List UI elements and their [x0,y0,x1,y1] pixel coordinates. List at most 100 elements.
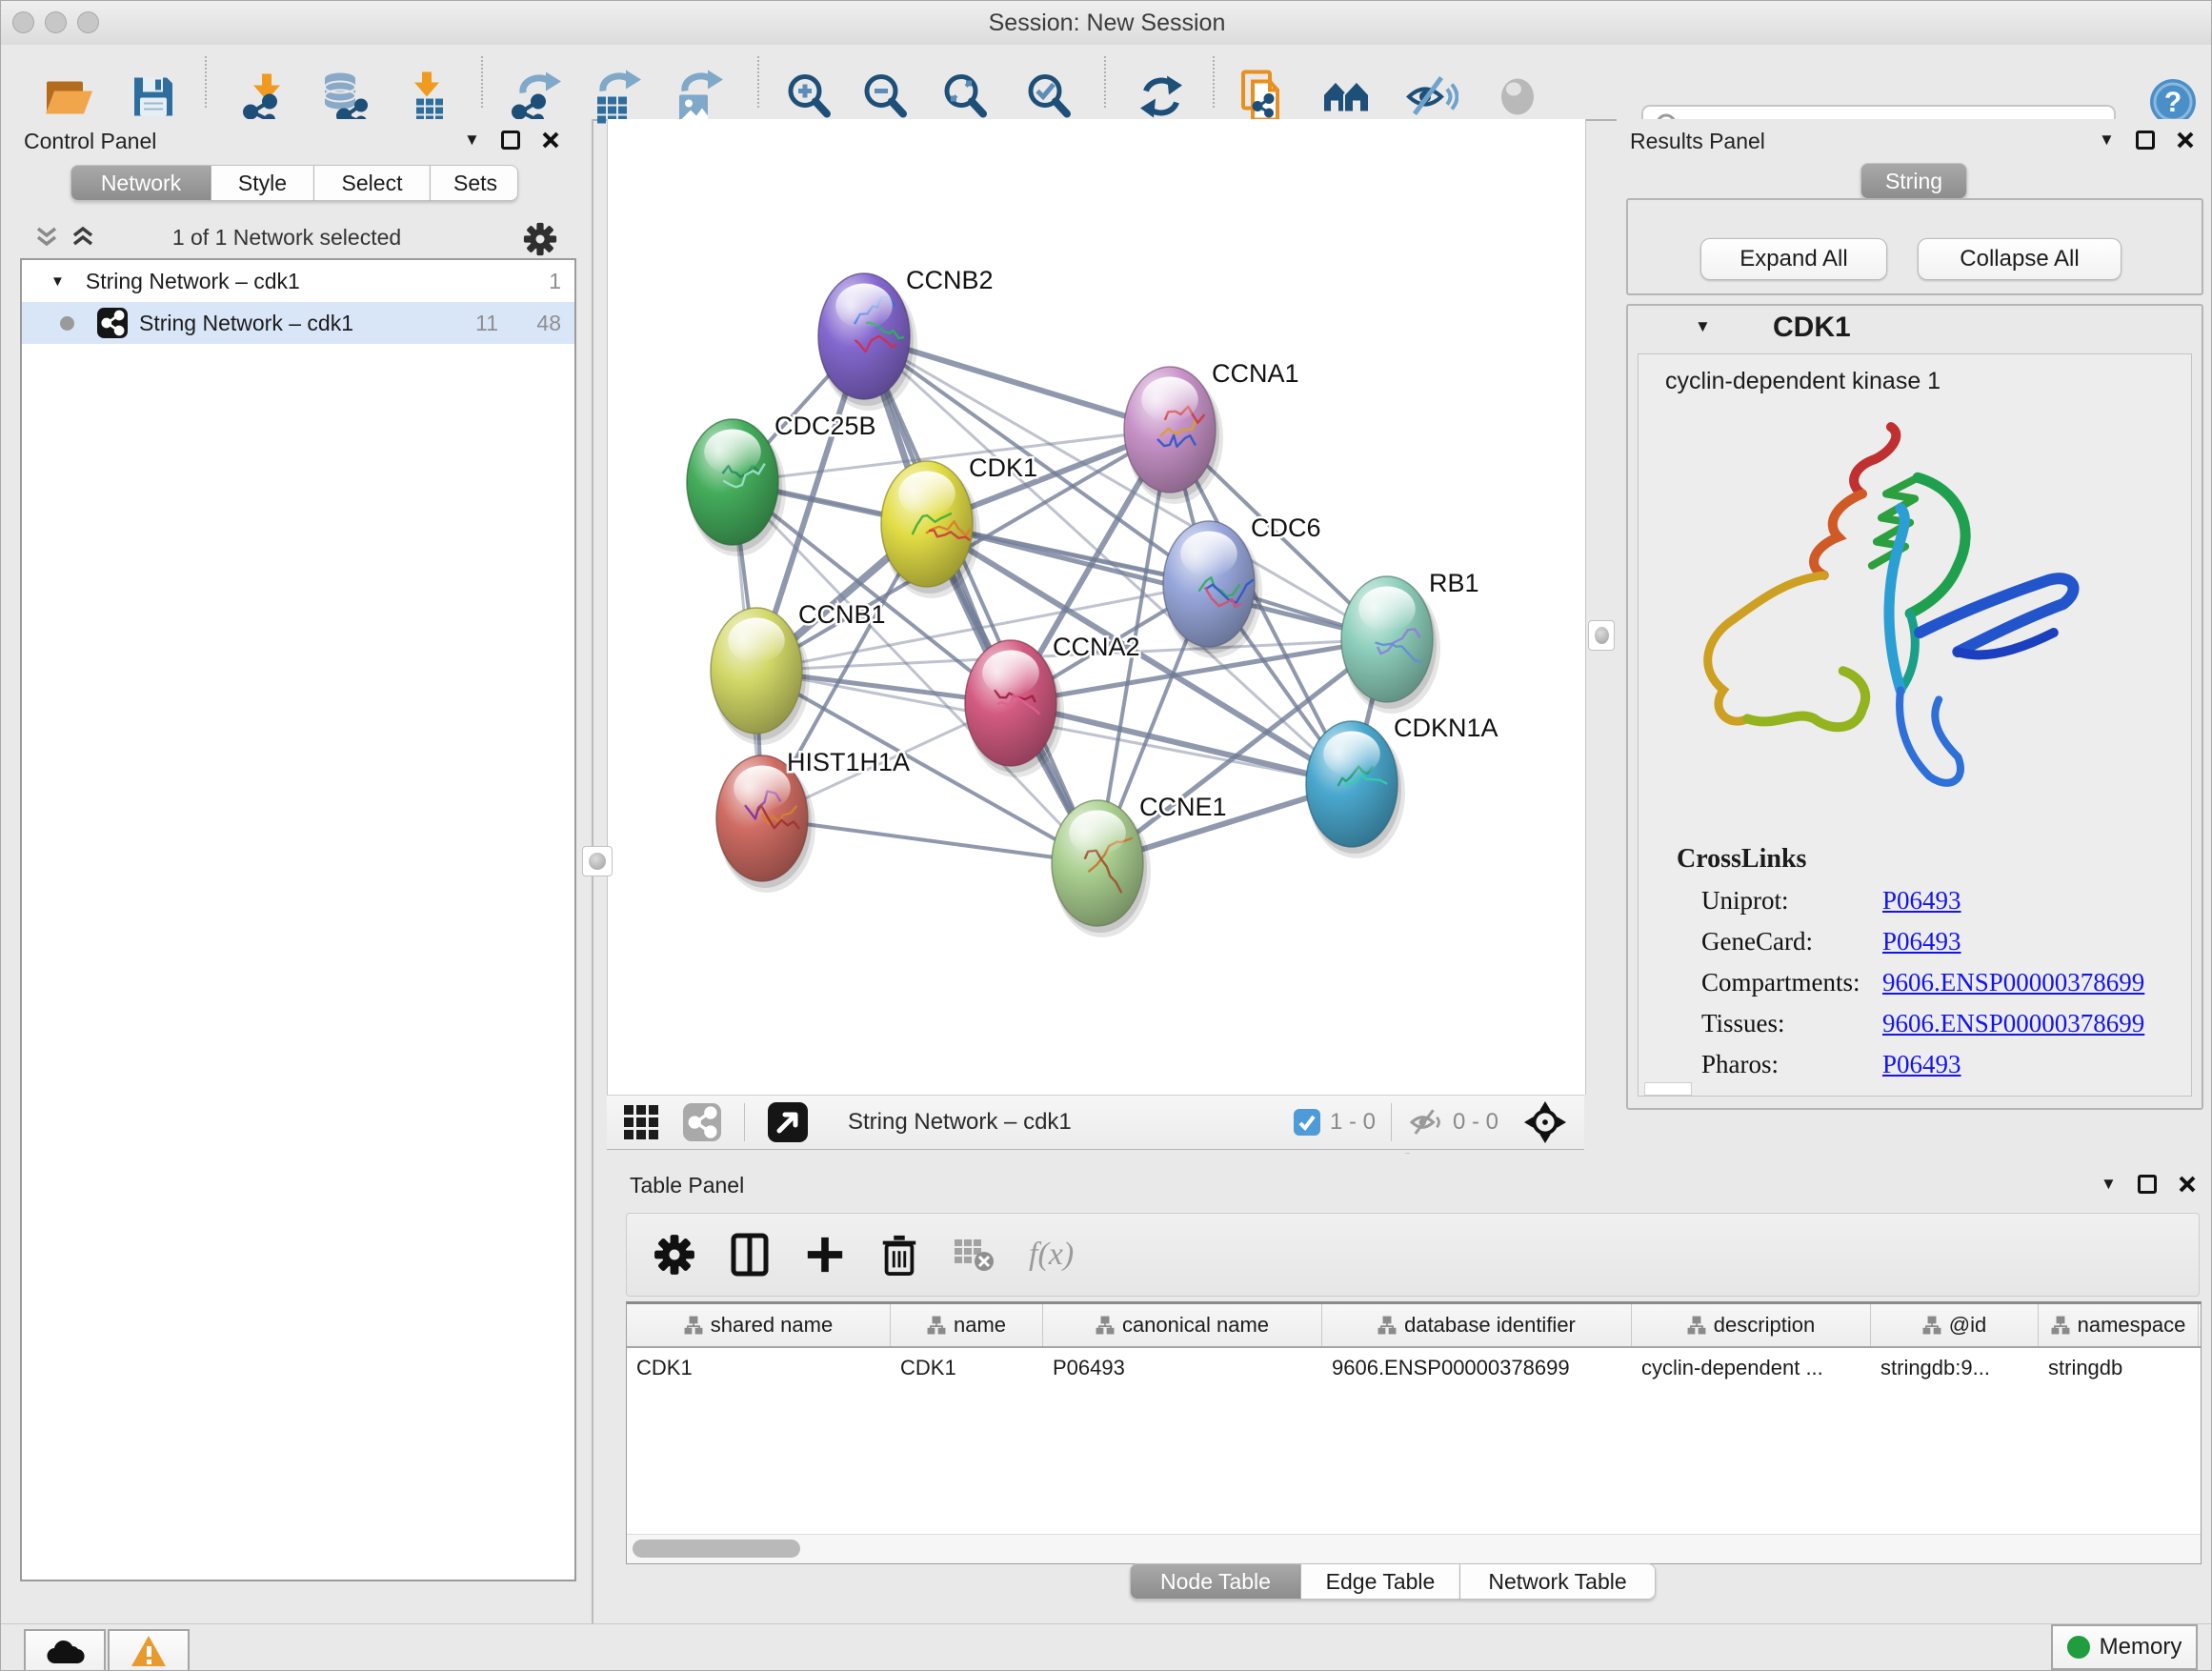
column-type-icon [927,1316,946,1335]
node-label-RB1: RB1 [1429,569,1479,597]
network-node-CDKN1A[interactable] [1306,721,1405,858]
tab-string[interactable]: String [1860,163,1967,199]
column-header-description[interactable]: description [1632,1304,1871,1346]
crosslink-link[interactable]: 9606.ENSP00000378699 [1882,1009,2144,1038]
node-label-CCNE1: CCNE1 [1139,793,1227,821]
network-collection-row[interactable]: ▼ String Network – cdk1 1 [22,260,574,302]
network-selection-status: 1 of 1 Network selected [1,225,573,251]
warnings-button[interactable] [108,1629,190,1671]
crosslinks-title: CrossLinks [1677,844,2191,875]
tab-select[interactable]: Select [314,165,431,201]
table-cell[interactable]: stringdb [2039,1348,2199,1390]
network-node-CCNA2[interactable] [965,640,1064,777]
memory-button[interactable]: Memory [2051,1624,2198,1670]
table-cell[interactable]: cyclin-dependent ... [1632,1348,1871,1390]
column-header-label: shared name [711,1313,833,1338]
network-view-canvas[interactable]: CCNB2CCNA1CDC25BCDK1CDC6RB1CCNB1CCNA2CDK… [607,119,1586,1095]
tab-network-table[interactable]: Network Table [1460,1563,1656,1600]
panel-float-icon[interactable] [501,131,520,150]
right-splitter-grip[interactable] [1588,620,1615,651]
tab-sets[interactable]: Sets [431,165,518,201]
panel-close-icon[interactable] [2178,1175,2197,1194]
network-collection-label: String Network – cdk1 [86,269,300,294]
birds-eye-view-icon[interactable] [768,1102,808,1142]
panel-float-icon[interactable] [2136,131,2155,150]
node-label-CCNB1: CCNB1 [798,600,886,629]
expand-all-button[interactable]: Expand All [1700,238,1887,280]
add-column-icon[interactable] [804,1234,846,1276]
memory-label: Memory [2100,1634,2182,1661]
crosslink-row: Tissues:9606.ENSP00000378699 [1701,1009,2191,1038]
crosslink-label: GeneCard: [1701,927,1882,956]
delete-column-icon[interactable] [878,1232,920,1278]
table-panel-title: Table Panel [630,1173,744,1198]
column-header-shared-name[interactable]: shared name [627,1304,891,1346]
fit-content-crosshair-icon[interactable] [1523,1100,1567,1144]
table-cell[interactable]: CDK1 [627,1348,891,1390]
column-header-database-identifier[interactable]: database identifier [1322,1304,1632,1346]
crosslink-row: Uniprot:P06493 [1701,886,2191,916]
network-node-CCNB1[interactable] [711,608,810,745]
column-header-canonical-name[interactable]: canonical name [1043,1304,1322,1346]
network-node-CCNE1[interactable] [1052,800,1151,937]
network-node-CDC6[interactable] [1163,521,1262,658]
string-network-graph[interactable]: CCNB2CCNA1CDC25BCDK1CDC6RB1CCNB1CCNA2CDK… [608,119,1585,1095]
table-cell[interactable]: 9606.ENSP00000378699 [1322,1348,1632,1390]
protein-structure-image [1667,403,2115,834]
function-builder-icon: f(x) [1029,1237,1074,1273]
table-row[interactable]: CDK1CDK1P064939606.ENSP00000378699cyclin… [627,1348,2201,1390]
entry-expander-icon[interactable]: ▼ [1695,317,1711,336]
results-hscrollbar[interactable] [1644,1082,1692,1096]
delete-table-icon [953,1236,996,1274]
network-options-gear-icon[interactable] [523,222,557,256]
results-panel: Results Panel ▼ String Expand All Collap… [1617,119,2212,1120]
selected-checkbox-icon[interactable] [1294,1109,1320,1136]
tab-edge-table[interactable]: Edge Table [1301,1563,1460,1600]
toolbar-separator [1104,56,1106,108]
column-header-namespace[interactable]: namespace [2039,1304,2199,1346]
warning-icon [130,1634,168,1668]
column-header--id[interactable]: @id [1871,1304,2039,1346]
table-cell[interactable]: P06493 [1043,1348,1322,1390]
table-options-gear-icon[interactable] [654,1234,695,1276]
network-node-CCNB2[interactable] [818,273,917,411]
memory-status-dot-icon [2067,1636,2090,1659]
panel-collapse-icon[interactable]: ▼ [2099,131,2115,150]
control-panel-window-controls: ▼ [464,131,560,150]
tab-network[interactable]: Network [70,165,211,201]
network-edge-CCNB2-CCNE1[interactable] [864,336,1097,863]
table-cell[interactable]: CDK1 [891,1348,1043,1390]
network-node-RB1[interactable] [1341,576,1440,714]
panel-float-icon[interactable] [2138,1175,2157,1194]
left-splitter-grip[interactable] [582,846,613,876]
crosslink-label: Compartments: [1701,968,1882,997]
crosslink-link[interactable]: 9606.ENSP00000378699 [1882,968,2144,997]
grid-view-icon[interactable] [622,1103,660,1141]
crosslink-link[interactable]: P06493 [1882,886,1961,916]
panel-close-icon[interactable] [2176,131,2195,150]
table-cell[interactable]: stringdb:9... [1871,1348,2039,1390]
toolbar-separator [481,56,483,108]
crosslinks-list: Uniprot:P06493GeneCard:P06493Compartment… [1639,886,2191,1079]
column-header-name[interactable]: name [891,1304,1043,1346]
network-row[interactable]: String Network – cdk1 11 48 [22,302,574,344]
collapse-all-button[interactable]: Collapse All [1918,238,2122,280]
column-type-icon [684,1316,703,1335]
crosslink-link[interactable]: P06493 [1882,927,1961,956]
panel-collapse-icon[interactable]: ▼ [464,131,480,150]
panel-collapse-icon[interactable]: ▼ [2101,1175,2117,1194]
tree-expander-icon[interactable]: ▼ [50,273,65,290]
entry-gene-name: CDK1 [1773,312,1851,344]
cloud-status-button[interactable] [24,1629,106,1671]
tab-node-table[interactable]: Node Table [1130,1563,1301,1600]
share-view-icon[interactable] [683,1103,721,1141]
panel-close-icon[interactable] [541,131,560,150]
show-columns-icon[interactable] [728,1232,772,1278]
table-hscrollbar-thumb[interactable] [633,1540,800,1558]
table-tabs: Node Table Edge Table Network Table [1130,1563,1656,1600]
table-hscrollbar-track[interactable] [627,1534,2201,1563]
hidden-count: 0 - 0 [1453,1109,1498,1136]
toolbar-separator [744,1103,745,1141]
tab-style[interactable]: Style [211,165,314,201]
crosslink-link[interactable]: P06493 [1882,1050,1961,1079]
